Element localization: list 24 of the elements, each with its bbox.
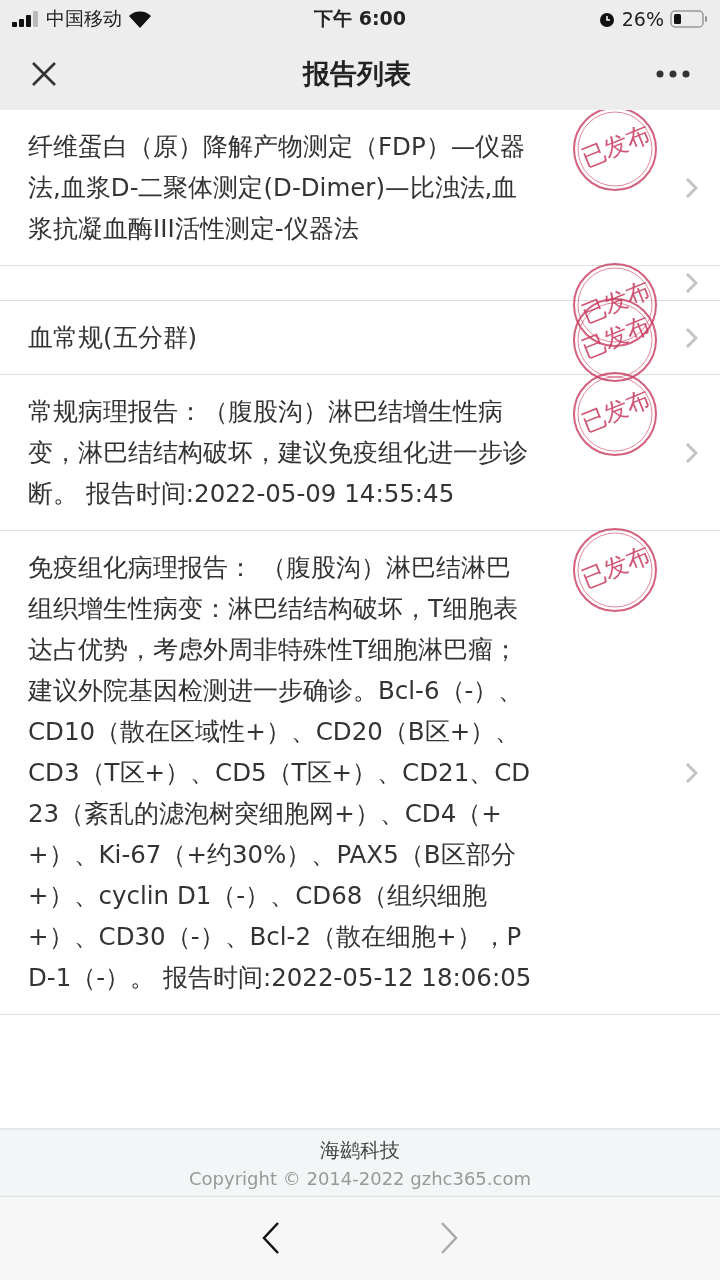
copyright-text: Copyright © 2014-2022 gzhc365.com <box>189 1168 531 1189</box>
chevron-right-icon <box>685 326 698 349</box>
battery-percent: 26% <box>621 8 664 30</box>
wifi-icon <box>128 10 152 28</box>
published-stamp: 已发布 <box>572 371 658 457</box>
published-stamp: 已发布 <box>572 527 658 613</box>
chevron-right-icon <box>685 176 698 199</box>
carrier-name: 中国移动 <box>46 6 122 31</box>
chevron-right-icon <box>685 272 698 294</box>
chevron-right-icon <box>685 441 698 464</box>
report-item[interactable]: 常规病理报告：（腹股沟）淋巴结增生性病变，淋巴结结构破坏，建议免疫组化进一步诊断。 报告时间:2022-05-09 14:55:45 <box>0 375 548 530</box>
alarm-icon <box>597 10 616 28</box>
chevron-right-icon <box>685 761 698 784</box>
report-item[interactable]: 纤维蛋白（原）降解产物测定（FDP）—仪器法,血浆D-二聚体测定(D-Dimer)—比浊法,血浆抗凝血酶III活性测定-仪器法 <box>0 110 548 265</box>
report-item[interactable]: 血常规(五分群) <box>0 301 548 374</box>
signal-icon <box>12 11 40 27</box>
more-icon[interactable] <box>656 70 690 78</box>
report-item[interactable]: 免疫组化病理报告： （腹股沟）淋巴结淋巴组织增生性病变：淋巴结结构破坏，T细胞表达占优势，考虑外周非特殊性T细胞淋巴瘤；建议外院基因检测进一步确诊。Bcl-6（-）、CD10（散在区域性+）、CD20（B区+）、CD3（T区+）、CD5（T区+）、CD21、CD23（紊乱的滤泡树突细胞网+）、CD4（++）、Ki-67（+约30%）、PAX5（B区部分+）、cyclin D1（-）、CD68（组织细胞+）、CD30（-）、Bcl-2（散在细胞+），PD-1（-）。 报告时间:2022-05-12 18:06:05 <box>0 531 548 1014</box>
published-stamp: 已发布 <box>572 110 658 192</box>
company-name: 海鹚科技 <box>320 1137 400 1164</box>
battery-icon <box>670 10 708 28</box>
page-title: 报告列表 <box>301 57 412 91</box>
status-time: 下午 6:00 <box>314 6 406 31</box>
close-icon[interactable] <box>30 60 58 88</box>
